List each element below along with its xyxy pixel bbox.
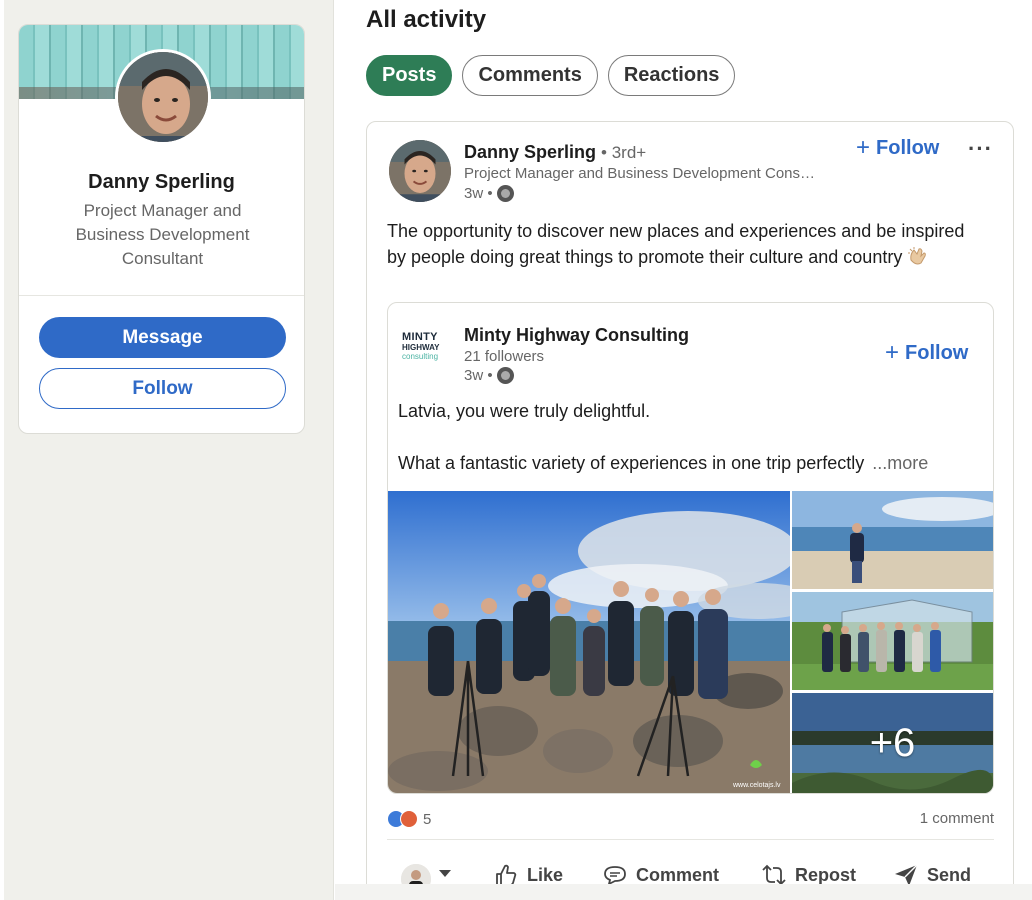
bottom-bar: [335, 884, 1032, 900]
see-more-link[interactable]: ...more: [872, 453, 928, 473]
photo-thumb-greenhouse[interactable]: [792, 592, 993, 690]
left-sidebar: Danny Sperling Project Manager and Busin…: [4, 0, 334, 900]
shared-post-text-line2: What a fantastic variety of experiences …: [398, 453, 928, 474]
company-follow-label: Follow: [905, 341, 969, 364]
post-card: Danny Sperling • 3rd+ Project Manager an…: [366, 121, 1014, 900]
plus-icon: +: [856, 134, 871, 161]
photo-thumb-beach[interactable]: [792, 491, 993, 589]
post-body: The opportunity to discover new places a…: [387, 218, 987, 270]
shared-post-card[interactable]: MINTY HIGHWAY consulting Minty Highway C…: [387, 302, 994, 794]
company-name[interactable]: Minty Highway Consulting: [464, 325, 689, 346]
comment-count[interactable]: 1 comment: [920, 810, 994, 827]
profile-avatar[interactable]: [115, 49, 211, 145]
shared-time-text: 3w •: [464, 367, 493, 384]
post-author-headline: Project Manager and Business Development…: [464, 165, 816, 182]
love-reaction-icon: [400, 810, 418, 828]
more-options-icon[interactable]: ···: [968, 136, 993, 162]
message-button[interactable]: Message: [39, 317, 286, 358]
stats-divider: [387, 839, 994, 840]
tab-posts[interactable]: Posts: [366, 55, 453, 96]
page-title: All activity: [366, 6, 487, 33]
post-author-name[interactable]: Danny Sperling • 3rd+: [464, 142, 646, 163]
profile-card: Danny Sperling Project Manager and Busin…: [18, 24, 305, 434]
company-follow-button[interactable]: + Follow: [885, 341, 968, 365]
reaction-count: 5: [423, 810, 432, 828]
profile-divider: [19, 295, 304, 296]
post-author-name-text[interactable]: Danny Sperling: [464, 142, 596, 162]
post-author-avatar[interactable]: [389, 140, 451, 202]
plus-icon: +: [885, 339, 900, 366]
post-follow-label: Follow: [876, 136, 940, 159]
post-stats: 5 1 comment: [387, 810, 994, 830]
chevron-down-icon[interactable]: [439, 870, 451, 877]
clapping-hands-icon: [908, 247, 927, 265]
profile-headline: Project Manager and Business Development…: [75, 201, 250, 268]
photo-thumb-wetland[interactable]: +6: [792, 693, 993, 793]
logo-text-line3: consulting: [402, 352, 439, 361]
post-follow-button[interactable]: + Follow: [856, 136, 939, 160]
activity-panel: All activity Posts Comments Reactions Da…: [335, 0, 1032, 900]
send-label: Send: [927, 864, 972, 885]
photo-watermark: www.celotajs.lv: [732, 782, 781, 789]
post-timestamp: 3w •: [464, 185, 514, 202]
logo-text-line2: HIGHWAY: [402, 343, 440, 352]
shared-post-text: What a fantastic variety of experiences …: [398, 453, 865, 473]
shared-post-timestamp: 3w •: [464, 367, 514, 384]
photo-main[interactable]: www.celotajs.lv: [388, 491, 790, 793]
profile-follow-button[interactable]: Follow: [39, 368, 286, 409]
profile-name[interactable]: Danny Sperling: [19, 171, 304, 194]
connection-degree: • 3rd+: [601, 143, 647, 162]
more-photos-count[interactable]: +6: [792, 693, 993, 793]
company-logo[interactable]: MINTY HIGHWAY consulting: [402, 331, 452, 363]
company-followers: 21 followers: [464, 348, 545, 365]
repost-label: Repost: [795, 864, 857, 885]
globe-icon: [496, 367, 514, 384]
globe-icon: [496, 185, 514, 202]
activity-tabs: Posts Comments Reactions: [366, 55, 736, 96]
like-label: Like: [527, 864, 564, 885]
logo-text-line1: MINTY: [402, 331, 438, 343]
reactions-summary[interactable]: 5: [387, 810, 431, 828]
tab-reactions[interactable]: Reactions: [607, 55, 736, 96]
tab-comments[interactable]: Comments: [462, 55, 598, 96]
post-body-text: The opportunity to discover new places a…: [387, 221, 965, 267]
comment-label: Comment: [636, 864, 720, 885]
shared-post-text-line1: Latvia, you were truly delightful.: [398, 401, 651, 421]
post-time-text: 3w •: [464, 185, 493, 202]
